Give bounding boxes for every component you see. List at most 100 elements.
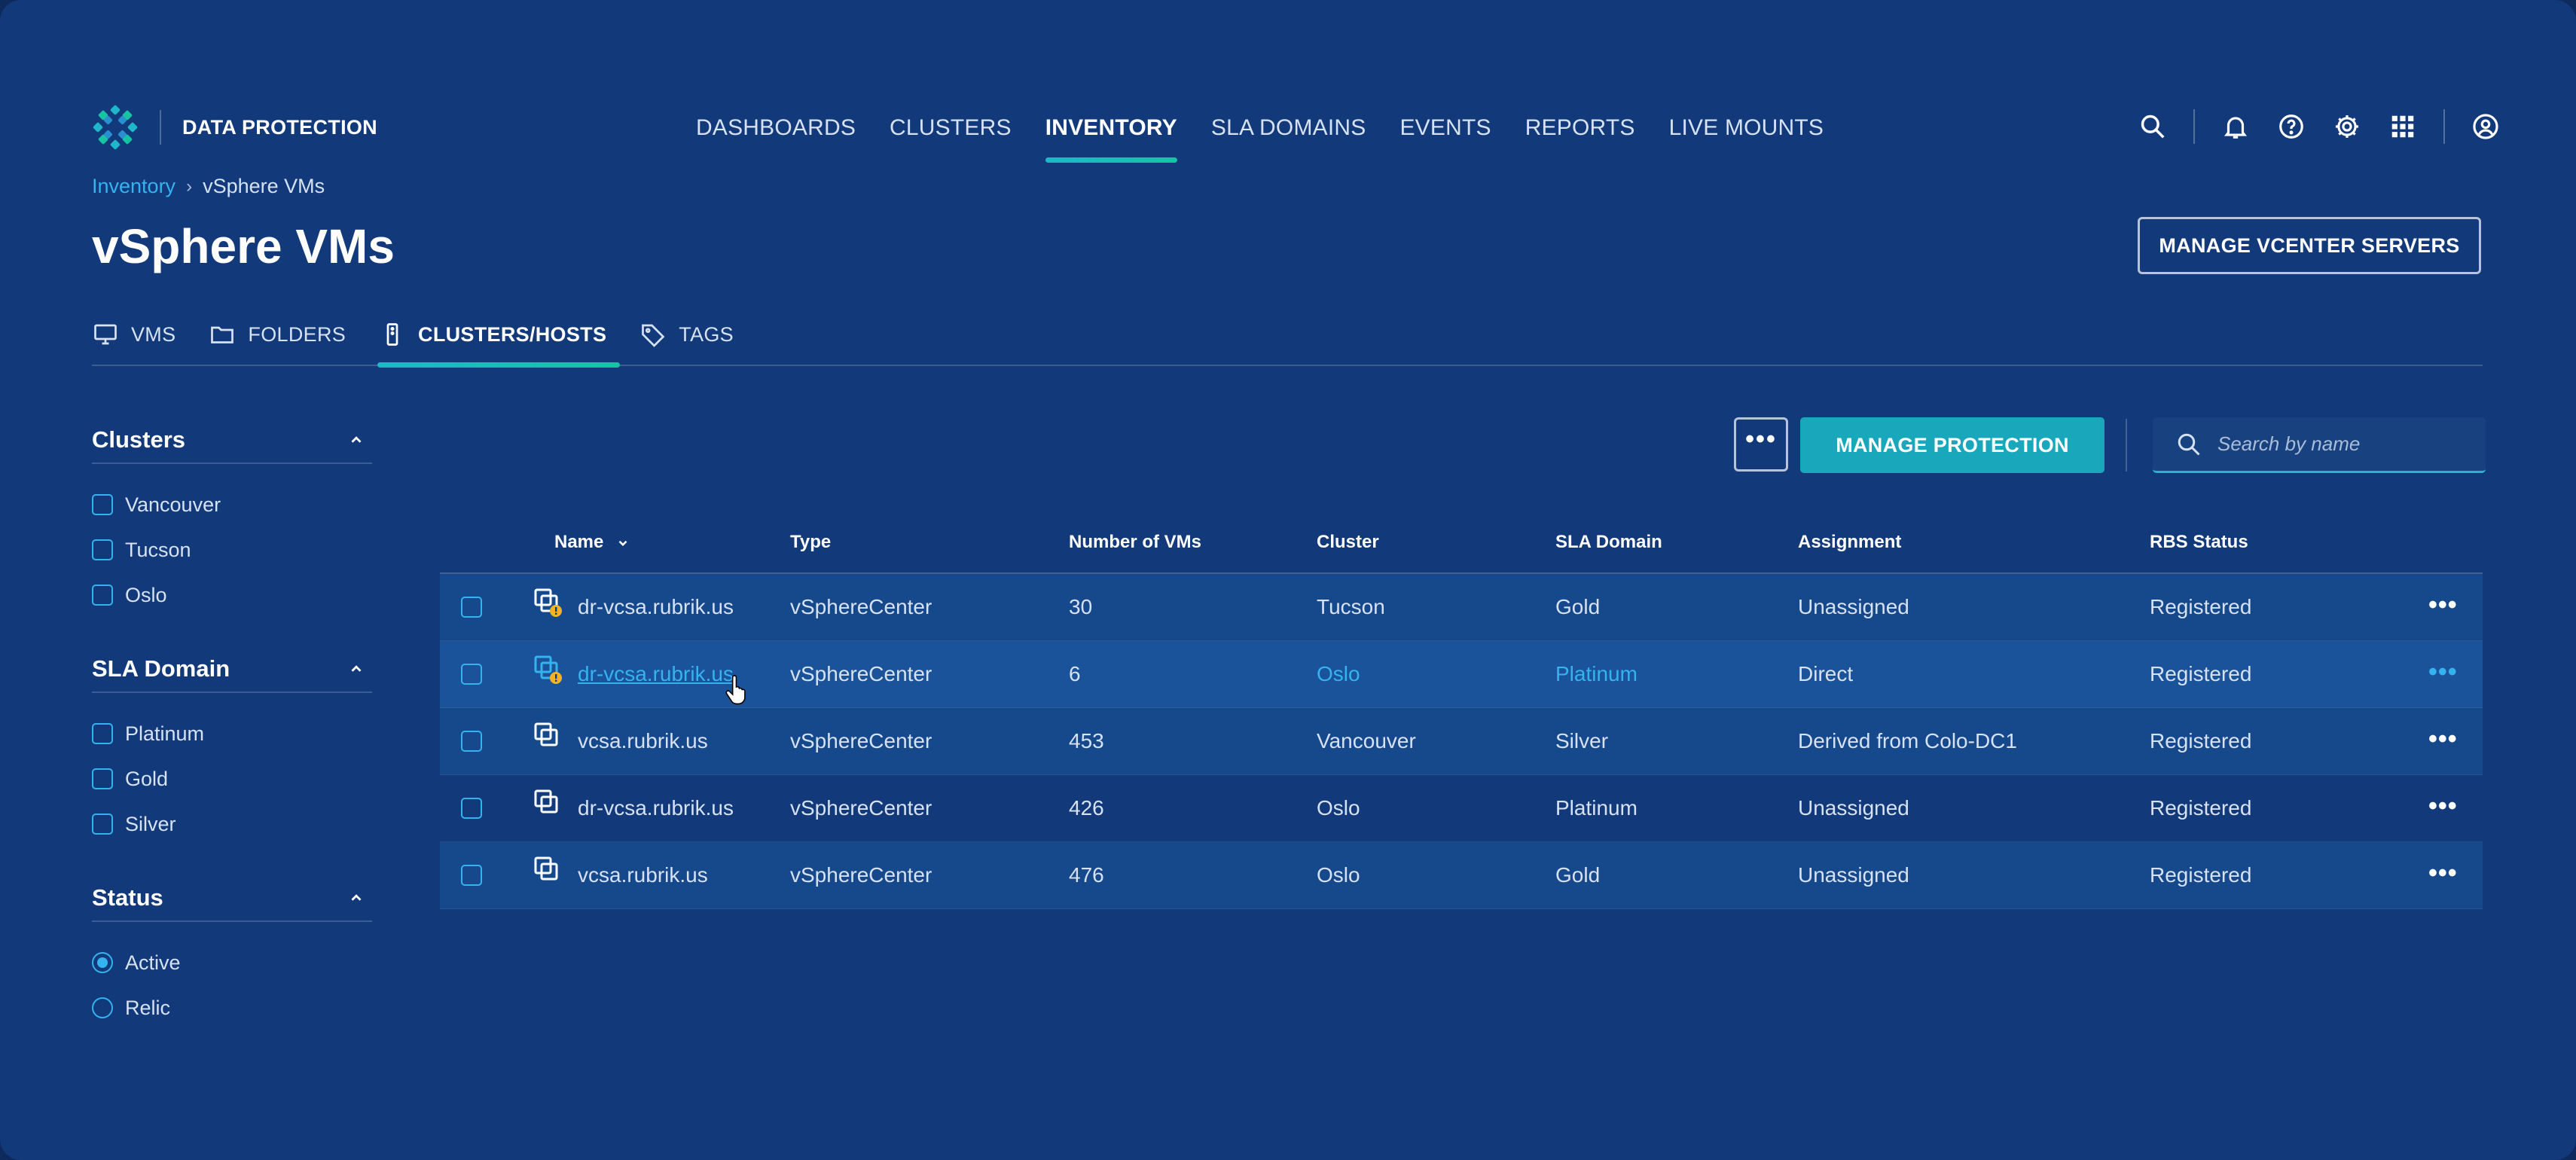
row-rbs-status: Registered — [2150, 729, 2252, 752]
chevron-up-icon — [351, 894, 362, 901]
brand[interactable]: DATA PROTECTION — [92, 101, 377, 154]
gear-icon[interactable] — [2332, 111, 2362, 142]
help-icon[interactable] — [2276, 111, 2306, 142]
filter-option-tucson[interactable]: Tucson — [92, 527, 372, 572]
nav-clusters[interactable]: CLUSTERS — [890, 98, 1012, 158]
row-checkbox[interactable] — [461, 798, 482, 819]
row-name[interactable]: dr-vcsa.rubrik.us — [578, 662, 734, 686]
row-cluster[interactable]: Oslo — [1317, 662, 1360, 686]
column-header-sla[interactable]: SLA Domain — [1555, 532, 1662, 553]
nav-dashboards[interactable]: DASHBOARDS — [696, 98, 856, 158]
checkbox[interactable] — [92, 814, 113, 835]
filter-status-header[interactable]: Status — [92, 880, 372, 922]
row-more-icon[interactable]: ••• — [2428, 658, 2458, 687]
row-sla: Gold — [1555, 863, 1601, 887]
nav-events[interactable]: EVENTS — [1399, 98, 1491, 158]
vcenter-warning-icon — [534, 655, 562, 684]
tab-folders-label: FOLDERS — [248, 322, 346, 346]
nav-live-mounts[interactable]: LIVE MOUNTS — [1669, 98, 1824, 158]
table-row[interactable]: vcsa.rubrik.us vSphereCenter 453 Vancouv… — [440, 708, 2483, 775]
clusters-hosts-table: Name Type Number of VMs Cluster SLA Doma… — [440, 505, 2483, 909]
row-cluster: Oslo — [1317, 863, 1360, 887]
nav-inventory[interactable]: INVENTORY — [1045, 98, 1178, 163]
tab-folders[interactable]: FOLDERS — [209, 304, 353, 365]
filter-sla-header[interactable]: SLA Domain — [92, 651, 372, 693]
nav-sla-domains[interactable]: SLA DOMAINS — [1211, 98, 1366, 158]
filter-option-label: Silver — [125, 812, 176, 835]
bell-icon[interactable] — [2220, 111, 2251, 142]
search-icon[interactable] — [2138, 111, 2168, 142]
breadcrumb-inventory-link[interactable]: Inventory — [92, 175, 175, 198]
row-sla: Silver — [1555, 729, 1609, 752]
checkbox[interactable] — [92, 768, 113, 789]
row-checkbox[interactable] — [461, 597, 482, 618]
tab-clusters-hosts-label: CLUSTERS/HOSTS — [418, 322, 607, 346]
checkbox[interactable] — [92, 585, 113, 606]
filter-clusters-title: Clusters — [92, 426, 186, 453]
row-name[interactable]: dr-vcsa.rubrik.us — [578, 796, 734, 820]
filter-option-label: Gold — [125, 767, 169, 790]
row-name[interactable]: vcsa.rubrik.us — [578, 729, 708, 753]
sub-tabs: VMS FOLDERS CLUSTERS/HOSTS TAGS — [92, 304, 2483, 368]
tab-vms[interactable]: VMS — [92, 304, 183, 365]
column-header-assignment[interactable]: Assignment — [1798, 532, 1901, 553]
row-more-icon[interactable]: ••• — [2428, 859, 2458, 888]
tab-tags[interactable]: TAGS — [639, 304, 741, 365]
row-checkbox[interactable] — [461, 731, 482, 752]
table-row[interactable]: dr-vcsa.rubrik.us vSphereCenter 426 Oslo… — [440, 775, 2483, 842]
nav-reports[interactable]: REPORTS — [1525, 98, 1635, 158]
row-name[interactable]: vcsa.rubrik.us — [578, 863, 708, 887]
table-row[interactable]: vcsa.rubrik.us vSphereCenter 476 Oslo Go… — [440, 842, 2483, 909]
row-checkbox[interactable] — [461, 664, 482, 685]
filter-clusters-header[interactable]: Clusters — [92, 422, 372, 464]
brand-divider — [160, 110, 161, 145]
row-more-icon[interactable]: ••• — [2428, 792, 2458, 821]
tab-clusters-hosts[interactable]: CLUSTERS/HOSTS — [377, 304, 621, 368]
radio-button[interactable] — [92, 997, 113, 1018]
more-actions-button[interactable]: ••• — [1734, 417, 1788, 472]
manage-vcenter-servers-button[interactable]: MANAGE VCENTER SERVERS — [2138, 217, 2481, 274]
manage-protection-button[interactable]: MANAGE PROTECTION — [1800, 417, 2104, 473]
row-vms: 476 — [1069, 863, 1104, 887]
row-checkbox[interactable] — [461, 865, 482, 886]
row-type: vSphereCenter — [790, 595, 932, 618]
row-more-icon[interactable]: ••• — [2428, 725, 2458, 754]
column-header-name[interactable]: Name — [554, 532, 630, 553]
column-header-cluster[interactable]: Cluster — [1317, 532, 1379, 553]
checkbox[interactable] — [92, 494, 113, 515]
row-more-icon[interactable]: ••• — [2428, 591, 2458, 620]
column-header-label: Name — [554, 532, 604, 552]
app-frame: DATA PROTECTION DASHBOARDS CLUSTERS INVE… — [0, 0, 2576, 1160]
row-assignment: Unassigned — [1798, 595, 1909, 618]
filter-status-title: Status — [92, 884, 163, 911]
table-row[interactable]: dr-vcsa.rubrik.us vSphereCenter 30 Tucso… — [440, 574, 2483, 641]
tab-tags-label: TAGS — [679, 322, 734, 346]
search-input[interactable] — [2217, 432, 2474, 456]
filter-option-active[interactable]: Active — [92, 940, 372, 985]
filter-option-label: Vancouver — [125, 493, 221, 516]
monitor-icon — [94, 324, 117, 345]
header-divider — [2193, 109, 2195, 144]
row-sla[interactable]: Platinum — [1555, 662, 1637, 686]
apps-grid-icon[interactable] — [2388, 111, 2418, 142]
row-sla: Gold — [1555, 595, 1601, 618]
checkbox[interactable] — [92, 723, 113, 744]
filter-option-gold[interactable]: Gold — [92, 756, 372, 801]
column-header-vms[interactable]: Number of VMs — [1069, 532, 1201, 553]
filter-option-vancouver[interactable]: Vancouver — [92, 482, 372, 527]
column-header-type[interactable]: Type — [790, 532, 831, 553]
filter-option-relic[interactable]: Relic — [92, 985, 372, 1030]
filter-option-oslo[interactable]: Oslo — [92, 572, 372, 618]
filter-option-silver[interactable]: Silver — [92, 801, 372, 847]
user-icon[interactable] — [2471, 111, 2501, 142]
column-header-rbs[interactable]: RBS Status — [2150, 532, 2248, 553]
row-name[interactable]: dr-vcsa.rubrik.us — [578, 595, 734, 619]
filter-option-platinum[interactable]: Platinum — [92, 711, 372, 756]
checkbox[interactable] — [92, 539, 113, 560]
row-rbs-status: Registered — [2150, 595, 2252, 618]
vcenter-warning-icon — [534, 588, 562, 617]
radio-button[interactable] — [92, 952, 113, 973]
top-nav: DASHBOARDS CLUSTERS INVENTORY SLA DOMAIN… — [696, 98, 1857, 163]
table-header: Name Type Number of VMs Cluster SLA Doma… — [440, 505, 2483, 574]
row-vms: 30 — [1069, 595, 1093, 618]
